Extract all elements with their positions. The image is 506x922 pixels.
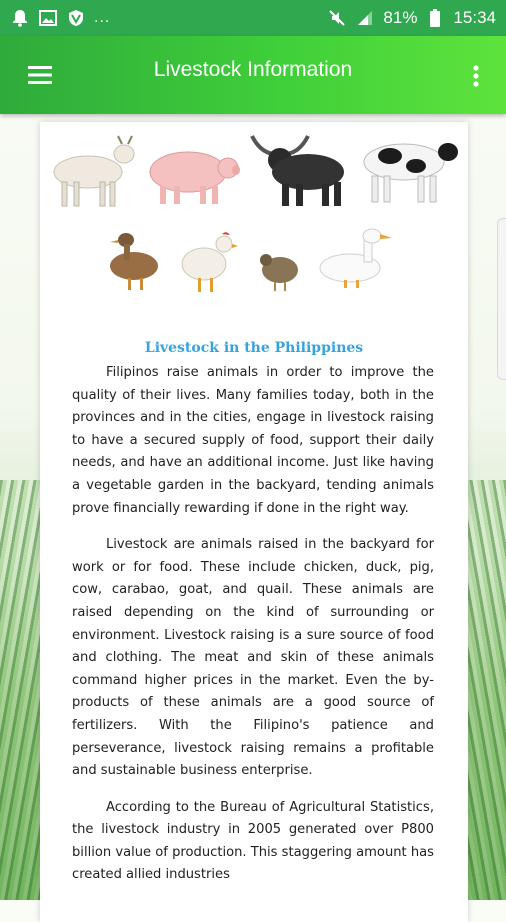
livestock-illustration <box>40 122 468 322</box>
article-body: Filipinos raise animals in order to impr… <box>72 362 434 901</box>
shield-icon <box>66 8 86 28</box>
carabao-image <box>250 135 344 206</box>
pig-image <box>149 151 240 204</box>
article-title: Livestock in the Philippines <box>144 340 364 356</box>
app-title: Livestock Information <box>153 58 353 81</box>
grass-background-left <box>0 480 42 900</box>
overflow-menu-button[interactable] <box>468 58 484 94</box>
more-notifications-indicator: ... <box>94 9 111 26</box>
cow-image <box>363 143 458 203</box>
content-card: Livestock in the Philippines Filipinos r… <box>40 122 468 922</box>
status-bar: ... 81% 15:34 <box>0 0 506 36</box>
battery-icon <box>425 8 445 28</box>
clock: 15:34 <box>453 8 496 27</box>
goat-image <box>53 135 135 207</box>
white-duck-image <box>319 228 392 288</box>
more-vert-icon <box>473 65 479 87</box>
quail-image <box>260 254 298 291</box>
app-bar: Livestock Information <box>0 36 506 114</box>
bell-icon <box>10 8 30 28</box>
battery-percent: 81% <box>383 8 418 27</box>
article-paragraph-2: Livestock are animals raised in the back… <box>72 537 434 779</box>
duck-image <box>110 233 158 290</box>
article-paragraph-3: According to the Bureau of Agricultural … <box>72 799 434 883</box>
article-paragraph-1: Filipinos raise animals in order to impr… <box>72 365 434 516</box>
status-right: 81% 15:34 <box>327 8 496 28</box>
image-icon <box>38 8 58 28</box>
status-left: ... <box>10 8 110 28</box>
grass-background-right <box>464 480 506 900</box>
signal-icon <box>355 8 375 28</box>
chicken-image <box>181 232 238 292</box>
mute-icon <box>327 8 347 28</box>
side-drawer-handle[interactable] <box>497 218 506 380</box>
